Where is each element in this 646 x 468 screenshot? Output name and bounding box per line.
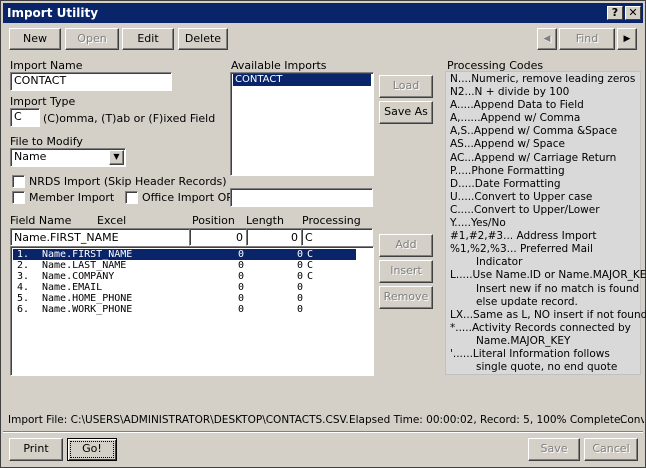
available-imports-list[interactable]: CONTACT [230, 72, 374, 176]
import-name-input[interactable]: CONTACT [10, 72, 172, 91]
find-button[interactable]: Find [559, 28, 615, 50]
length-header: Length [246, 214, 284, 227]
code-line: Indicator [476, 256, 523, 269]
import-utility-window: Import Utility ? ✕ New Open Edit Delete … [0, 0, 646, 468]
edit-button[interactable]: Edit [122, 28, 174, 50]
help-button[interactable]: ? [607, 6, 623, 20]
footer-divider [3, 431, 643, 433]
delete-button[interactable]: Delete [178, 28, 228, 50]
member-import-label: Member Import [29, 191, 115, 204]
code-line: U.....Convert to Upper case [450, 190, 593, 203]
code-line: AS...Append w/ Space [450, 138, 565, 151]
table-row[interactable]: 2. Name.LAST_NAME 0 0 C [13, 260, 356, 271]
code-line: else update record. [476, 295, 578, 308]
save-as-button[interactable]: Save As [379, 101, 433, 124]
import-file-status: Import File: C:\USERS\ADMINISTRATOR\DESK… [8, 414, 349, 426]
code-line: AC...Append w/ Carriage Return [450, 151, 617, 164]
field-name-header: Field Name [10, 214, 72, 227]
table-row[interactable]: 5. Name.HOME_PHONE 0 0 [13, 293, 356, 304]
elapsed-status: Elapsed Time: 00:00:02, Record: 5, 100% … [349, 414, 624, 426]
office-import-label: Office Import OR: [142, 191, 238, 204]
import-type-hint: (C)omma, (T)ab or (F)ixed Field [43, 112, 216, 125]
file-to-modify-label: File to Modify [10, 135, 83, 148]
code-line: *.....Activity Records connected by [450, 321, 631, 334]
code-line: '......Literal Information follows [450, 347, 610, 360]
code-line: N....Numeric, remove leading zeros [450, 73, 636, 85]
code-line: A,......Append w/ Comma [450, 112, 581, 125]
code-line: Y.....Yes/No [450, 217, 506, 230]
member-import-checkbox[interactable] [12, 191, 25, 204]
import-type-input[interactable]: C [10, 108, 40, 127]
add-button[interactable]: Add [379, 234, 433, 257]
code-line: %1,%2,%3... Preferred Mail [450, 243, 593, 256]
processing-codes-panel: N....Numeric, remove leading zeros N2...… [445, 71, 646, 375]
title-bar: Import Utility ? ✕ [3, 3, 643, 23]
go-button[interactable]: Go! [67, 438, 117, 461]
open-button[interactable]: Open [65, 28, 119, 50]
code-line: L.....Use Name.ID or Name.MAJOR_KEY [450, 269, 646, 282]
office-import-checkbox[interactable] [125, 191, 138, 204]
status-overflow-text: Conv [620, 414, 644, 426]
nrds-import-label: NRDS Import (Skip Header Records) [29, 175, 227, 188]
table-row[interactable]: 3. Name.COMPANY 0 0 C [13, 271, 356, 282]
close-button[interactable]: ✕ [625, 6, 641, 20]
print-button[interactable]: Print [9, 438, 63, 461]
import-type-label: Import Type [10, 95, 76, 108]
code-line: A,S..Append w/ Comma &Space [450, 125, 618, 138]
code-line: Insert new if no match is found [476, 282, 640, 295]
position-header: Position [192, 214, 235, 227]
window-title: Import Utility [7, 6, 99, 20]
code-line: N2...N + divide by 100 [450, 86, 570, 99]
office-import-input[interactable] [230, 188, 373, 207]
code-line: Name.MAJOR_KEY [476, 334, 571, 347]
file-to-modify-value: Name [14, 150, 47, 163]
excel-header: Excel [97, 214, 127, 227]
new-button[interactable]: New [9, 28, 61, 50]
insert-button[interactable]: Insert [379, 260, 433, 283]
code-line: A.....Append Data to Field [450, 99, 584, 112]
code-line: P.....Phone Formatting [450, 164, 565, 177]
table-row[interactable]: 4. Name.EMAIL 0 0 [13, 282, 356, 293]
table-row[interactable]: 6. Name.WORK_PHONE 0 0 [13, 304, 356, 315]
field-mapping-list[interactable]: 1. Name.FIRST_NAME 0 0 C 2. Name.LAST_NA… [10, 246, 374, 376]
remove-button[interactable]: Remove [379, 286, 433, 309]
next-record-button[interactable]: ▶ [617, 28, 637, 50]
table-row[interactable]: 1. Name.FIRST_NAME 0 0 C [13, 249, 356, 260]
code-line: LX...Same as L, NO insert if not found [450, 308, 646, 321]
code-line: #1,#2,#3... Address Import [450, 230, 597, 243]
import-name-label: Import Name [10, 59, 83, 72]
code-line: single quote, no end quote [476, 361, 618, 374]
available-imports-label: Available Imports [231, 59, 327, 72]
load-button[interactable]: Load [379, 75, 433, 98]
available-import-item[interactable]: CONTACT [233, 74, 371, 86]
length-input[interactable]: 0 [246, 228, 302, 246]
cancel-button[interactable]: Cancel [584, 438, 638, 461]
nrds-import-checkbox[interactable] [12, 175, 25, 188]
next-arrow-icon: ▶ [623, 34, 631, 44]
prev-arrow-icon: ◀ [543, 34, 551, 44]
code-line: D.....Date Formatting [450, 177, 561, 190]
position-input[interactable]: 0 [189, 228, 247, 246]
save-button[interactable]: Save [528, 438, 580, 461]
processing-input[interactable]: C [301, 228, 373, 246]
chevron-down-icon[interactable]: ▼ [109, 150, 124, 165]
prev-record-button[interactable]: ◀ [537, 28, 557, 50]
code-line: C.....Convert to Upper/Lower [450, 203, 600, 216]
processing-header: Processing [302, 214, 361, 227]
